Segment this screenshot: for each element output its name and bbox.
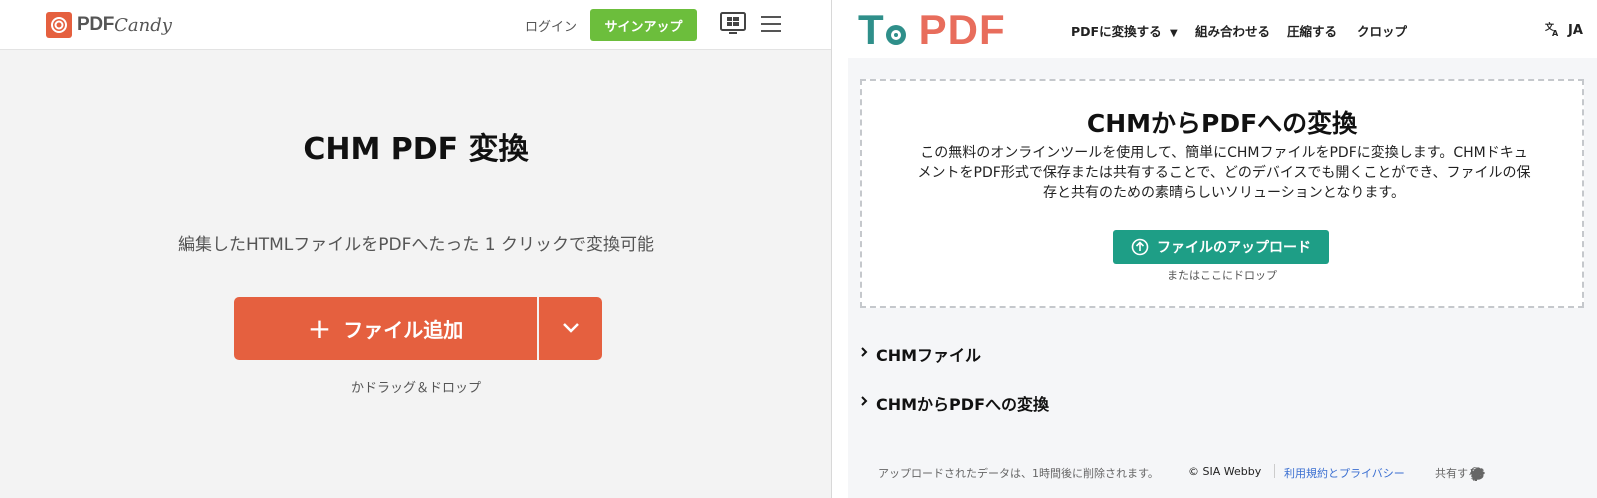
language-code: JA [1568,23,1583,38]
upload-file-label: ファイルのアップロード [1157,240,1311,256]
pinterest-icon[interactable] [1470,467,1482,484]
terms-privacy-link[interactable]: 利用規約とプライバシー [1284,465,1405,481]
drag-drop-hint: かドラッグ＆ドロップ [350,381,481,396]
login-link[interactable]: ログイン [525,16,577,35]
pdfcandy-header: PDF Candy ログイン サインアップ [0,0,831,50]
upload-options-dropdown-button[interactable] [539,297,602,360]
svg-text:A: A [1552,29,1559,36]
copyright: © SIA Webby [1188,465,1262,478]
nav-crop[interactable]: クロップ [1357,21,1407,40]
add-file-label: ファイル追加 [343,318,464,342]
file-drop-zone[interactable]: CHMからPDFへの変換 この無料のオンラインツールを使用して、簡単にCHMファ… [860,79,1584,308]
page-subtitle: 編集したHTMLファイルをPDFへたった 1 クリックで変換可能 [177,235,655,255]
deletion-note: アップロードされたデータは、1時間後に削除されます。 [878,467,1159,480]
topdf-logo[interactable]: T PDF [858,6,1006,54]
pdfcandy-logo[interactable]: PDF Candy [46,12,172,38]
plus-icon: + [307,312,332,345]
upload-file-button[interactable]: ファイルのアップロード [1113,230,1329,264]
page-title: CHMからPDFへの変換 [1086,109,1358,138]
caret-down-icon: ▼ [1169,28,1178,39]
nav-compress[interactable]: 圧縮する [1287,21,1337,40]
page-title: CHM PDF 変換 [303,132,529,167]
chevron-down-icon [562,319,580,338]
topdf-main: CHMからPDFへの変換 この無料のオンラインツールを使用して、簡単にCHMファ… [848,58,1597,498]
footer: アップロードされたデータは、1時間後に削除されます。 © SIA Webby 利… [848,461,1597,485]
nav-convert-label: PDFに変換する [1071,24,1162,39]
signup-button[interactable]: サインアップ [590,9,697,41]
logo-pdf-text: PDF [77,14,115,35]
topdf-panel: T PDF PDFに変換する ▼ 組み合わせる 圧縮する クロップ 文 A JA… [848,0,1597,498]
topdf-header: T PDF PDFに変換する ▼ 組み合わせる 圧縮する クロップ 文 A JA [848,0,1597,58]
pdfcandy-panel: PDF Candy ログイン サインアップ CHM PDF 変換 編集したHTM… [0,0,832,498]
faq-item-chm-file[interactable]: CHMファイル [860,342,981,366]
logo-pdf-text: PDF [918,6,1006,53]
hamburger-menu-icon[interactable] [761,15,781,37]
nav-convert-to-pdf[interactable]: PDFに変換する ▼ [1071,21,1178,40]
drop-here-hint: またはここにドロップ [1167,269,1277,282]
candy-swirl-icon [46,12,72,38]
chevron-right-icon [860,346,868,362]
faq-item-label: CHMファイル [876,346,982,365]
language-selector[interactable]: 文 A JA [1544,21,1583,40]
logo-o-icon [885,20,907,46]
logo-t-text: T [858,6,884,53]
footer-divider [1274,464,1275,478]
chevron-right-icon [860,395,868,411]
faq-item-chm-to-pdf[interactable]: CHMからPDFへの変換 [860,391,1049,415]
faq-item-label: CHMからPDFへの変換 [876,395,1049,414]
nav-merge[interactable]: 組み合わせる [1195,21,1270,40]
logo-candy-text: Candy [114,14,172,36]
upload-arrow-icon [1131,238,1149,256]
page-description: この無料のオンラインツールを使用して、簡単にCHMファイルをPDFに変換します。… [917,145,1531,201]
add-file-button[interactable]: + ファイル追加 [234,297,537,360]
desktop-app-icon[interactable] [720,12,746,40]
translate-icon: 文 A [1544,21,1560,40]
